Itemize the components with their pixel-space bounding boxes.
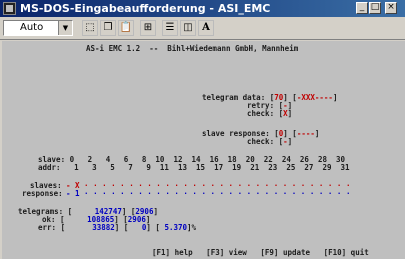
addr-row: addr: 1 3 5 7 9 11 13 15 17 19 21 23 25 … bbox=[38, 163, 350, 172]
close-button[interactable]: × bbox=[385, 2, 397, 14]
msdos-icon[interactable] bbox=[3, 2, 16, 15]
toolbar: Auto ▼ ⬚ ❐ 📋 ⊞ ☰ ◫ A bbox=[0, 17, 405, 40]
fullscreen-icon[interactable]: ⊞ bbox=[140, 20, 156, 36]
minimize-button[interactable]: _ bbox=[356, 2, 368, 14]
font-icon[interactable]: A bbox=[198, 20, 214, 36]
err-row: err: [ 33882] [ 0] [ 5.370]% bbox=[38, 223, 197, 232]
paste-icon[interactable]: 📋 bbox=[118, 20, 134, 36]
console-header: AS-i EMC 1.2 -- Bihl+Wiedemann GmbH, Man… bbox=[86, 44, 299, 53]
response-row: response: bbox=[22, 189, 63, 198]
copy-icon[interactable]: ❐ bbox=[100, 20, 116, 36]
chevron-down-icon[interactable]: ▼ bbox=[58, 21, 72, 35]
console-area[interactable]: AS-i EMC 1.2 -- Bihl+Wiedemann GmbH, Man… bbox=[2, 41, 405, 259]
font-size-select[interactable]: Auto ▼ bbox=[3, 20, 73, 36]
properties-icon[interactable]: ☰ bbox=[162, 20, 178, 36]
window-title: MS-DOS-Eingabeaufforderung - ASI_EMC bbox=[20, 2, 271, 15]
check2-row: check: [-] bbox=[247, 137, 293, 146]
function-key-bar: [F1] help [F3] view [F9] update [F10] qu… bbox=[152, 248, 369, 257]
background-icon[interactable]: ◫ bbox=[180, 20, 196, 36]
maximize-button[interactable]: □ bbox=[369, 2, 381, 14]
dos-window: MS-DOS-Eingabeaufforderung - ASI_EMC _ □… bbox=[0, 0, 405, 259]
mark-icon[interactable]: ⬚ bbox=[82, 20, 98, 36]
response-dots: - 1 · · · · · · · · · · · · · · · · · · … bbox=[66, 189, 351, 198]
check-row: check: [X] bbox=[247, 109, 293, 118]
title-bar[interactable]: MS-DOS-Eingabeaufforderung - ASI_EMC _ □… bbox=[0, 0, 405, 17]
